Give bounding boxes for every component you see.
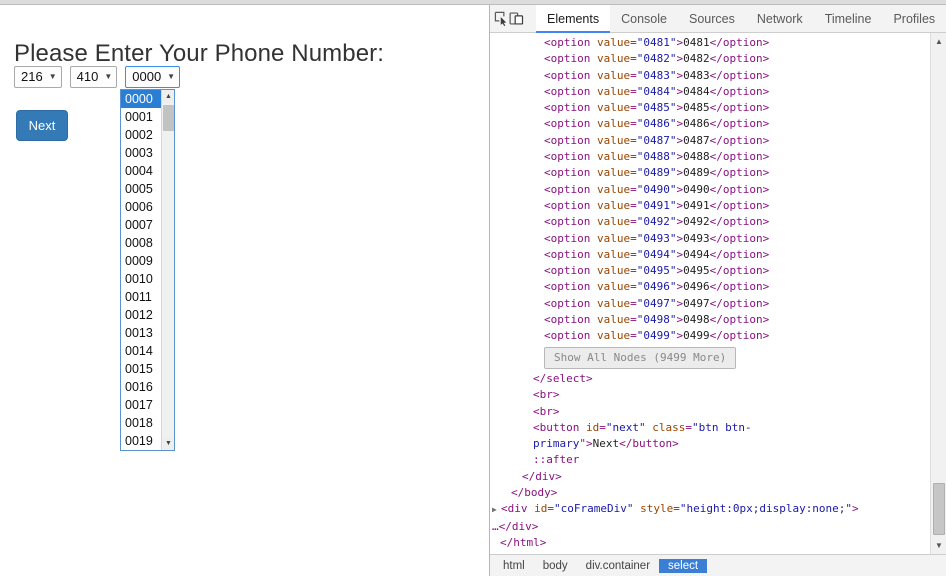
dropdown-scroll-thumb[interactable] [163,105,174,131]
show-all-nodes-button[interactable]: Show All Nodes (9499 More) [544,347,736,369]
breadcrumb-item[interactable]: select [659,559,707,573]
dom-tree[interactable]: <option value="0481">0481</option><optio… [490,33,930,554]
chevron-down-icon: ▼ [49,73,57,81]
dom-tree-line[interactable]: <option value="0487">0487</option> [490,133,930,149]
phone-number-select-row: 216 ▼ 410 ▼ 0000 ▼ [14,66,180,88]
dom-tree-line[interactable]: <option value="0484">0484</option> [490,84,930,100]
line-number-dropdown[interactable]: 0000000100020003000400050006000700080009… [120,89,175,451]
dom-tree-line[interactable]: <option value="0496">0496</option> [490,279,930,295]
dom-tree-line[interactable]: </body> [490,485,930,501]
expand-arrow-icon[interactable]: ▶ [492,502,501,518]
line-number-value: 0000 [132,67,161,87]
devtools-panel: ElementsConsoleSourcesNetworkTimelinePro… [490,5,946,576]
dom-tree-line[interactable]: ▶<div id="coFrameDiv" style="height:0px;… [490,501,930,518]
scroll-down-arrow-icon[interactable]: ▼ [162,437,175,450]
tab-elements[interactable]: Elements [536,5,610,33]
tab-profiles[interactable]: Profiles [882,5,946,33]
dom-tree-line[interactable]: <option value="0499">0499</option> [490,328,930,344]
devtools-elements-body: <option value="0481">0481</option><optio… [490,33,946,554]
chevron-down-icon: ▼ [167,73,175,81]
dom-tree-line[interactable]: Show All Nodes (9499 More) [490,345,930,371]
breadcrumb-item[interactable]: html [494,559,534,573]
inspect-element-icon[interactable] [494,7,509,31]
chevron-down-icon: ▼ [104,73,112,81]
dom-tree-line[interactable]: <br> [490,404,930,420]
dom-tree-line[interactable]: <option value="0497">0497</option> [490,296,930,312]
area-code-select[interactable]: 216 ▼ [14,66,62,88]
scroll-up-arrow-icon[interactable]: ▲ [931,33,946,50]
dropdown-scrollbar[interactable]: ▲ ▼ [161,90,174,450]
dom-tree-line[interactable]: <button id="next" class="btn btn-primary… [490,420,930,453]
area-code-value: 216 [21,67,43,87]
breadcrumb[interactable]: htmlbodydiv.containerselect [490,554,946,576]
page-title: Please Enter Your Phone Number: [14,40,384,68]
devtools-scroll-thumb[interactable] [933,483,945,535]
dom-tree-line[interactable]: <option value="0489">0489</option> [490,165,930,181]
dom-tree-line[interactable]: <br> [490,387,930,403]
dom-tree-line[interactable]: <option value="0490">0490</option> [490,182,930,198]
breadcrumb-item[interactable]: div.container [577,559,659,573]
dom-tree-line[interactable]: <option value="0486">0486</option> [490,116,930,132]
dom-tree-line[interactable]: <option value="0495">0495</option> [490,263,930,279]
breadcrumb-item[interactable]: body [534,559,577,573]
tab-timeline[interactable]: Timeline [814,5,883,33]
dom-tree-line[interactable]: <option value="0481">0481</option> [490,35,930,51]
dom-tree-line[interactable]: <option value="0483">0483</option> [490,68,930,84]
prefix-select[interactable]: 410 ▼ [70,66,118,88]
next-button[interactable]: Next [16,110,68,141]
devtools-tab-bar[interactable]: ElementsConsoleSourcesNetworkTimelinePro… [536,5,946,33]
web-page-panel: Please Enter Your Phone Number: 216 ▼ 41… [0,6,489,576]
dom-tree-line[interactable]: <option value="0491">0491</option> [490,198,930,214]
screen-root: Please Enter Your Phone Number: 216 ▼ 41… [0,0,946,576]
dom-tree-line[interactable]: ::after [490,452,930,468]
dom-tree-line[interactable]: <option value="0488">0488</option> [490,149,930,165]
scroll-up-arrow-icon[interactable]: ▲ [162,90,175,103]
dom-tree-line[interactable]: <option value="0482">0482</option> [490,51,930,67]
device-toolbar-icon[interactable] [509,7,524,31]
dom-tree-line[interactable]: <option value="0492">0492</option> [490,214,930,230]
scroll-down-arrow-icon[interactable]: ▼ [931,537,946,554]
devtools-scrollbar[interactable]: ▲ ▼ [930,33,946,554]
dom-tree-line[interactable]: …</div> [490,519,930,535]
devtools-toolbar: ElementsConsoleSourcesNetworkTimelinePro… [490,5,946,33]
prefix-value: 410 [77,67,99,87]
dom-tree-line[interactable]: <option value="0498">0498</option> [490,312,930,328]
dom-tree-line[interactable]: <option value="0493">0493</option> [490,231,930,247]
dom-tree-line[interactable]: </html> [490,535,930,551]
dom-tree-line[interactable]: <option value="0494">0494</option> [490,247,930,263]
dom-tree-line[interactable]: </div> [490,469,930,485]
line-number-select[interactable]: 0000 ▼ [125,66,180,88]
tab-sources[interactable]: Sources [678,5,746,33]
dom-tree-line[interactable]: <option value="0485">0485</option> [490,100,930,116]
tab-network[interactable]: Network [746,5,814,33]
tab-console[interactable]: Console [610,5,678,33]
dom-tree-line[interactable]: </select> [490,371,930,387]
